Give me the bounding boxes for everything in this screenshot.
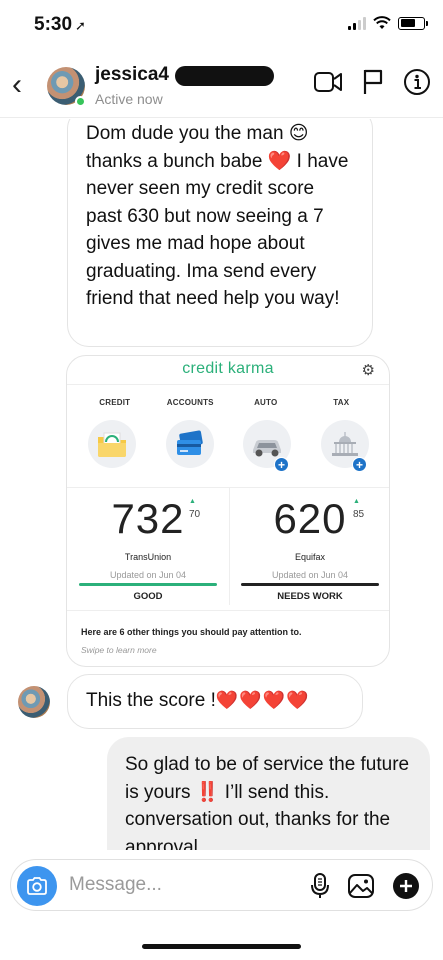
chat-header: ‹ jessica4 Active now — [0, 56, 443, 118]
transunion-score-panel: 732 ▲ 70 TransUnion Updated on Jun 04 GOO… — [67, 487, 229, 605]
score-value: 732 — [111, 495, 185, 542]
score-rating: GOOD — [133, 591, 163, 602]
online-indicator — [75, 96, 86, 107]
bureau-name: TransUnion — [124, 552, 172, 562]
add-icon: + — [274, 457, 289, 472]
wifi-icon — [373, 16, 391, 29]
tab-accounts: ACCOUNTS — [166, 398, 214, 407]
report-flag-icon[interactable] — [361, 68, 385, 96]
up-arrow-icon: ▲ — [353, 498, 360, 505]
outgoing-message[interactable]: So glad to be of service the future is y… — [107, 737, 430, 850]
add-plus-icon[interactable] — [392, 872, 420, 900]
message-thread[interactable]: Dom dude you the man 😊 thanks a bunch ba… — [0, 119, 443, 850]
avatar[interactable] — [18, 686, 50, 718]
location-arrow-icon: ➚ — [75, 18, 86, 33]
tab-auto: AUTO — [254, 398, 278, 407]
message-text: Dom dude you the man 😊 thanks a bunch ba… — [86, 123, 349, 309]
incoming-message[interactable]: Dom dude you the man 😊 thanks a bunch ba… — [67, 119, 373, 347]
camera-button[interactable] — [17, 866, 57, 906]
attention-note: Here are 6 other things you should pay a… — [81, 627, 302, 637]
tax-capitol-icon: + — [321, 420, 369, 472]
status-icons — [348, 16, 428, 30]
up-arrow-icon: ▲ — [189, 498, 196, 505]
back-icon[interactable]: ‹ — [12, 70, 22, 100]
message-composer — [10, 859, 433, 911]
header-actions — [313, 68, 431, 96]
status-bar: 5:30 ➚ — [0, 0, 443, 48]
cellular-signal-icon — [348, 16, 366, 30]
divider — [67, 610, 389, 611]
updated-date: Updated on Jun 04 — [109, 570, 187, 580]
message-input[interactable] — [69, 874, 289, 896]
score-change-value: 85 — [353, 509, 365, 520]
video-call-icon[interactable] — [313, 69, 343, 95]
credit-karma-screenshot[interactable]: credit karma ⚙ CREDIT ACCOUNTS AUTO TAX — [66, 355, 390, 667]
divider — [67, 384, 389, 385]
double-exclamation-icon: ‼️ — [195, 781, 220, 803]
incoming-message[interactable]: This the score !❤️❤️❤️❤️ — [67, 674, 363, 729]
message-text: This the score ! — [86, 690, 216, 711]
home-indicator[interactable] — [142, 944, 301, 949]
score-rating: NEEDS WORK — [277, 591, 343, 602]
score-change: ▲ 70 — [189, 498, 201, 520]
score-change: ▲ 85 — [353, 498, 365, 520]
score-change-value: 70 — [189, 509, 201, 520]
settings-gear-icon: ⚙ — [361, 362, 375, 379]
add-icon: + — [352, 457, 367, 472]
ck-tab-row: CREDIT ACCOUNTS AUTO TAX — [67, 398, 389, 407]
credit-folder-icon — [88, 420, 136, 468]
equifax-score-panel: 620 ▲ 85 Equifax Updated on Jun 04 NEEDS … — [229, 487, 389, 605]
heart-emoji-icon: ❤️❤️❤️❤️ — [215, 690, 310, 710]
score-rating-bar — [241, 583, 379, 586]
auto-car-icon: + — [243, 420, 291, 472]
bureau-name: Equifax — [294, 552, 326, 562]
info-icon[interactable] — [403, 68, 431, 96]
swipe-hint: Swipe to learn more — [81, 645, 157, 655]
gallery-icon[interactable] — [347, 872, 375, 900]
score-value: 620 — [273, 495, 347, 542]
clock-text: 5:30 — [34, 14, 73, 35]
tab-tax: TAX — [333, 398, 350, 407]
microphone-icon[interactable] — [310, 872, 330, 900]
battery-icon — [398, 16, 428, 30]
composer-actions — [310, 872, 420, 900]
updated-date: Updated on Jun 04 — [271, 570, 349, 580]
contact-name[interactable]: jessica4 — [95, 64, 169, 86]
tab-credit: CREDIT — [99, 398, 131, 407]
credit-karma-logo: credit karma — [182, 360, 274, 377]
redaction-bar — [175, 66, 274, 86]
score-rating-bar — [79, 583, 217, 586]
status-time: 5:30 ➚ — [34, 14, 86, 36]
camera-icon — [27, 877, 47, 895]
active-status: Active now — [95, 91, 163, 107]
accounts-cards-icon — [166, 420, 214, 468]
